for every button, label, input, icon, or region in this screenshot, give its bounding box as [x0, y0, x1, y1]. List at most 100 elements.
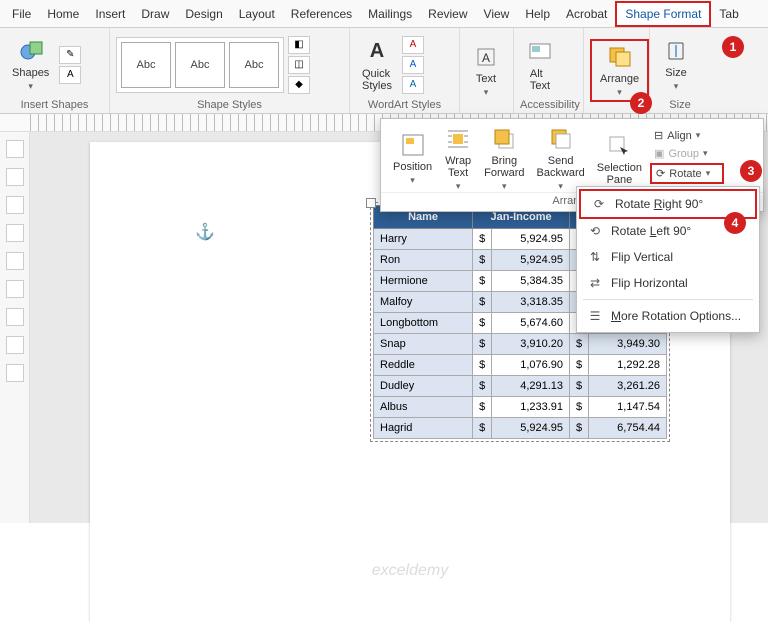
- currency-symbol: $: [570, 397, 589, 418]
- position-button[interactable]: Position▾: [389, 125, 436, 192]
- anchor-icon: ⚓: [195, 222, 215, 242]
- callout-2: 2: [630, 92, 652, 114]
- flip-horizontal[interactable]: ⇄ Flip Horizontal: [577, 270, 759, 296]
- bring-forward-label: Bring Forward: [484, 155, 524, 179]
- wrap-text-button[interactable]: Wrap Text▾: [440, 125, 476, 192]
- thumb[interactable]: [6, 140, 24, 158]
- currency-symbol: $: [473, 376, 492, 397]
- menu-acrobat[interactable]: Acrobat: [558, 3, 615, 25]
- group-label-wordart: WordArt Styles: [356, 97, 453, 111]
- group-button[interactable]: ▣Group ▾: [650, 145, 724, 162]
- menu-view[interactable]: View: [476, 3, 518, 25]
- table-row: Dudley$4,291.13$3,261.26: [374, 376, 667, 397]
- cell-name: Dudley: [374, 376, 473, 397]
- thumb[interactable]: [6, 196, 24, 214]
- quick-styles-icon: A: [363, 38, 391, 66]
- cell-jan: 1,076.90: [492, 355, 570, 376]
- cell-jan: 5,924.95: [492, 250, 570, 271]
- style-preview-1[interactable]: Abc: [121, 42, 171, 88]
- menu-tab-overflow[interactable]: Tab: [711, 3, 746, 25]
- more-rotation-label: More Rotation Options...: [611, 309, 741, 323]
- menu-references[interactable]: References: [283, 3, 360, 25]
- more-rotation-options[interactable]: ☰ More Rotation Options...: [577, 303, 759, 329]
- group-shape-styles: Abc Abc Abc ◧ ◫ ◆ Shape Styles: [110, 28, 350, 113]
- text-label: Text: [476, 73, 496, 85]
- shape-effects-icon[interactable]: ◆: [288, 76, 310, 94]
- shape-outline-icon[interactable]: ◫: [288, 56, 310, 74]
- text-direction-icon: A: [472, 43, 500, 71]
- shape-fill-icon[interactable]: ◧: [288, 36, 310, 54]
- quick-styles-label: Quick Styles: [362, 68, 392, 92]
- menu-shape-format[interactable]: Shape Format: [615, 1, 711, 27]
- currency-symbol: $: [570, 355, 589, 376]
- thumb[interactable]: [6, 168, 24, 186]
- size-icon: [662, 37, 690, 65]
- more-options-icon: ☰: [587, 308, 603, 324]
- chevron-down-icon: ▾: [674, 81, 679, 92]
- text-fill-icon[interactable]: A: [402, 36, 424, 54]
- bring-forward-button[interactable]: Bring Forward▾: [480, 125, 528, 192]
- rotate-left-icon: ⟲: [587, 223, 603, 239]
- rotate-label: Rotate: [669, 168, 701, 180]
- thumb[interactable]: [6, 252, 24, 270]
- cell-jan: 1,233.91: [492, 397, 570, 418]
- thumb[interactable]: [6, 336, 24, 354]
- position-icon: [399, 131, 427, 159]
- menu-mailings[interactable]: Mailings: [360, 3, 420, 25]
- rotate-submenu: ⟳ Rotate Right 90° ⟲ Rotate Left 90° ⇅ F…: [576, 186, 760, 333]
- currency-symbol: $: [473, 292, 492, 313]
- thumb[interactable]: [6, 308, 24, 326]
- menu-home[interactable]: Home: [39, 3, 87, 25]
- thumb[interactable]: [6, 364, 24, 382]
- position-label: Position: [393, 161, 432, 173]
- thumb[interactable]: [6, 280, 24, 298]
- rotate-icon: ⟳: [656, 167, 665, 180]
- align-button[interactable]: ⊟Align ▾: [650, 127, 724, 144]
- selection-pane-button[interactable]: Selection Pane: [593, 125, 646, 192]
- shape-style-gallery[interactable]: Abc Abc Abc: [116, 37, 284, 93]
- currency-symbol: $: [473, 418, 492, 439]
- cell-jan: 5,384.35: [492, 271, 570, 292]
- svg-text:A: A: [482, 51, 490, 65]
- size-button[interactable]: Size ▾: [656, 35, 696, 94]
- group-insert-shapes: Shapes ▾ ✎ A Insert Shapes: [0, 28, 110, 113]
- group-wordart-styles: A Quick Styles A A A WordArt Styles: [350, 28, 460, 113]
- style-preview-3[interactable]: Abc: [229, 42, 279, 88]
- quick-styles-button[interactable]: A Quick Styles: [356, 36, 398, 94]
- flip-vertical[interactable]: ⇅ Flip Vertical: [577, 244, 759, 270]
- arrange-icon: [606, 43, 634, 71]
- text-outline-icon[interactable]: A: [402, 56, 424, 74]
- menu-layout[interactable]: Layout: [231, 3, 283, 25]
- shapes-button[interactable]: Shapes ▾: [6, 35, 55, 94]
- menu-draw[interactable]: Draw: [133, 3, 177, 25]
- group-label-accessibility: Accessibility: [520, 97, 577, 111]
- menu-file[interactable]: File: [4, 3, 39, 25]
- flip-horizontal-label: Flip Horizontal: [611, 276, 688, 290]
- cell-name: Hermione: [374, 271, 473, 292]
- menu-design[interactable]: Design: [177, 3, 230, 25]
- send-backward-button[interactable]: Send Backward▾: [532, 125, 588, 192]
- menu-review[interactable]: Review: [420, 3, 475, 25]
- group-accessibility: Alt Text Accessibility: [514, 28, 584, 113]
- flip-vertical-label: Flip Vertical: [611, 250, 673, 264]
- rotate-right-icon: ⟳: [591, 196, 607, 212]
- rotate-right-label: Rotate Right 90°: [615, 197, 703, 211]
- currency-symbol: $: [473, 250, 492, 271]
- textbox-icon[interactable]: A: [59, 66, 81, 84]
- style-preview-2[interactable]: Abc: [175, 42, 225, 88]
- mini-tools: ✎ A: [59, 46, 81, 84]
- edit-shape-icon[interactable]: ✎: [59, 46, 81, 64]
- rotate-button[interactable]: ⟳Rotate ▾: [650, 163, 724, 184]
- menu-help[interactable]: Help: [517, 3, 558, 25]
- thumb[interactable]: [6, 224, 24, 242]
- menu-insert[interactable]: Insert: [87, 3, 133, 25]
- cell-jan: 3,318.35: [492, 292, 570, 313]
- text-effects-icon[interactable]: A: [402, 76, 424, 94]
- shape-fill-tools: ◧ ◫ ◆: [288, 36, 310, 94]
- rotate-left-label: Rotate Left 90°: [611, 224, 691, 238]
- table-row: Snap$3,910.20$3,949.30: [374, 334, 667, 355]
- text-button[interactable]: A Text ▾: [466, 41, 506, 100]
- alt-text-button[interactable]: Alt Text: [520, 36, 560, 94]
- cell-feb: 6,754.44: [589, 418, 667, 439]
- group-label-shape-styles: Shape Styles: [116, 97, 343, 111]
